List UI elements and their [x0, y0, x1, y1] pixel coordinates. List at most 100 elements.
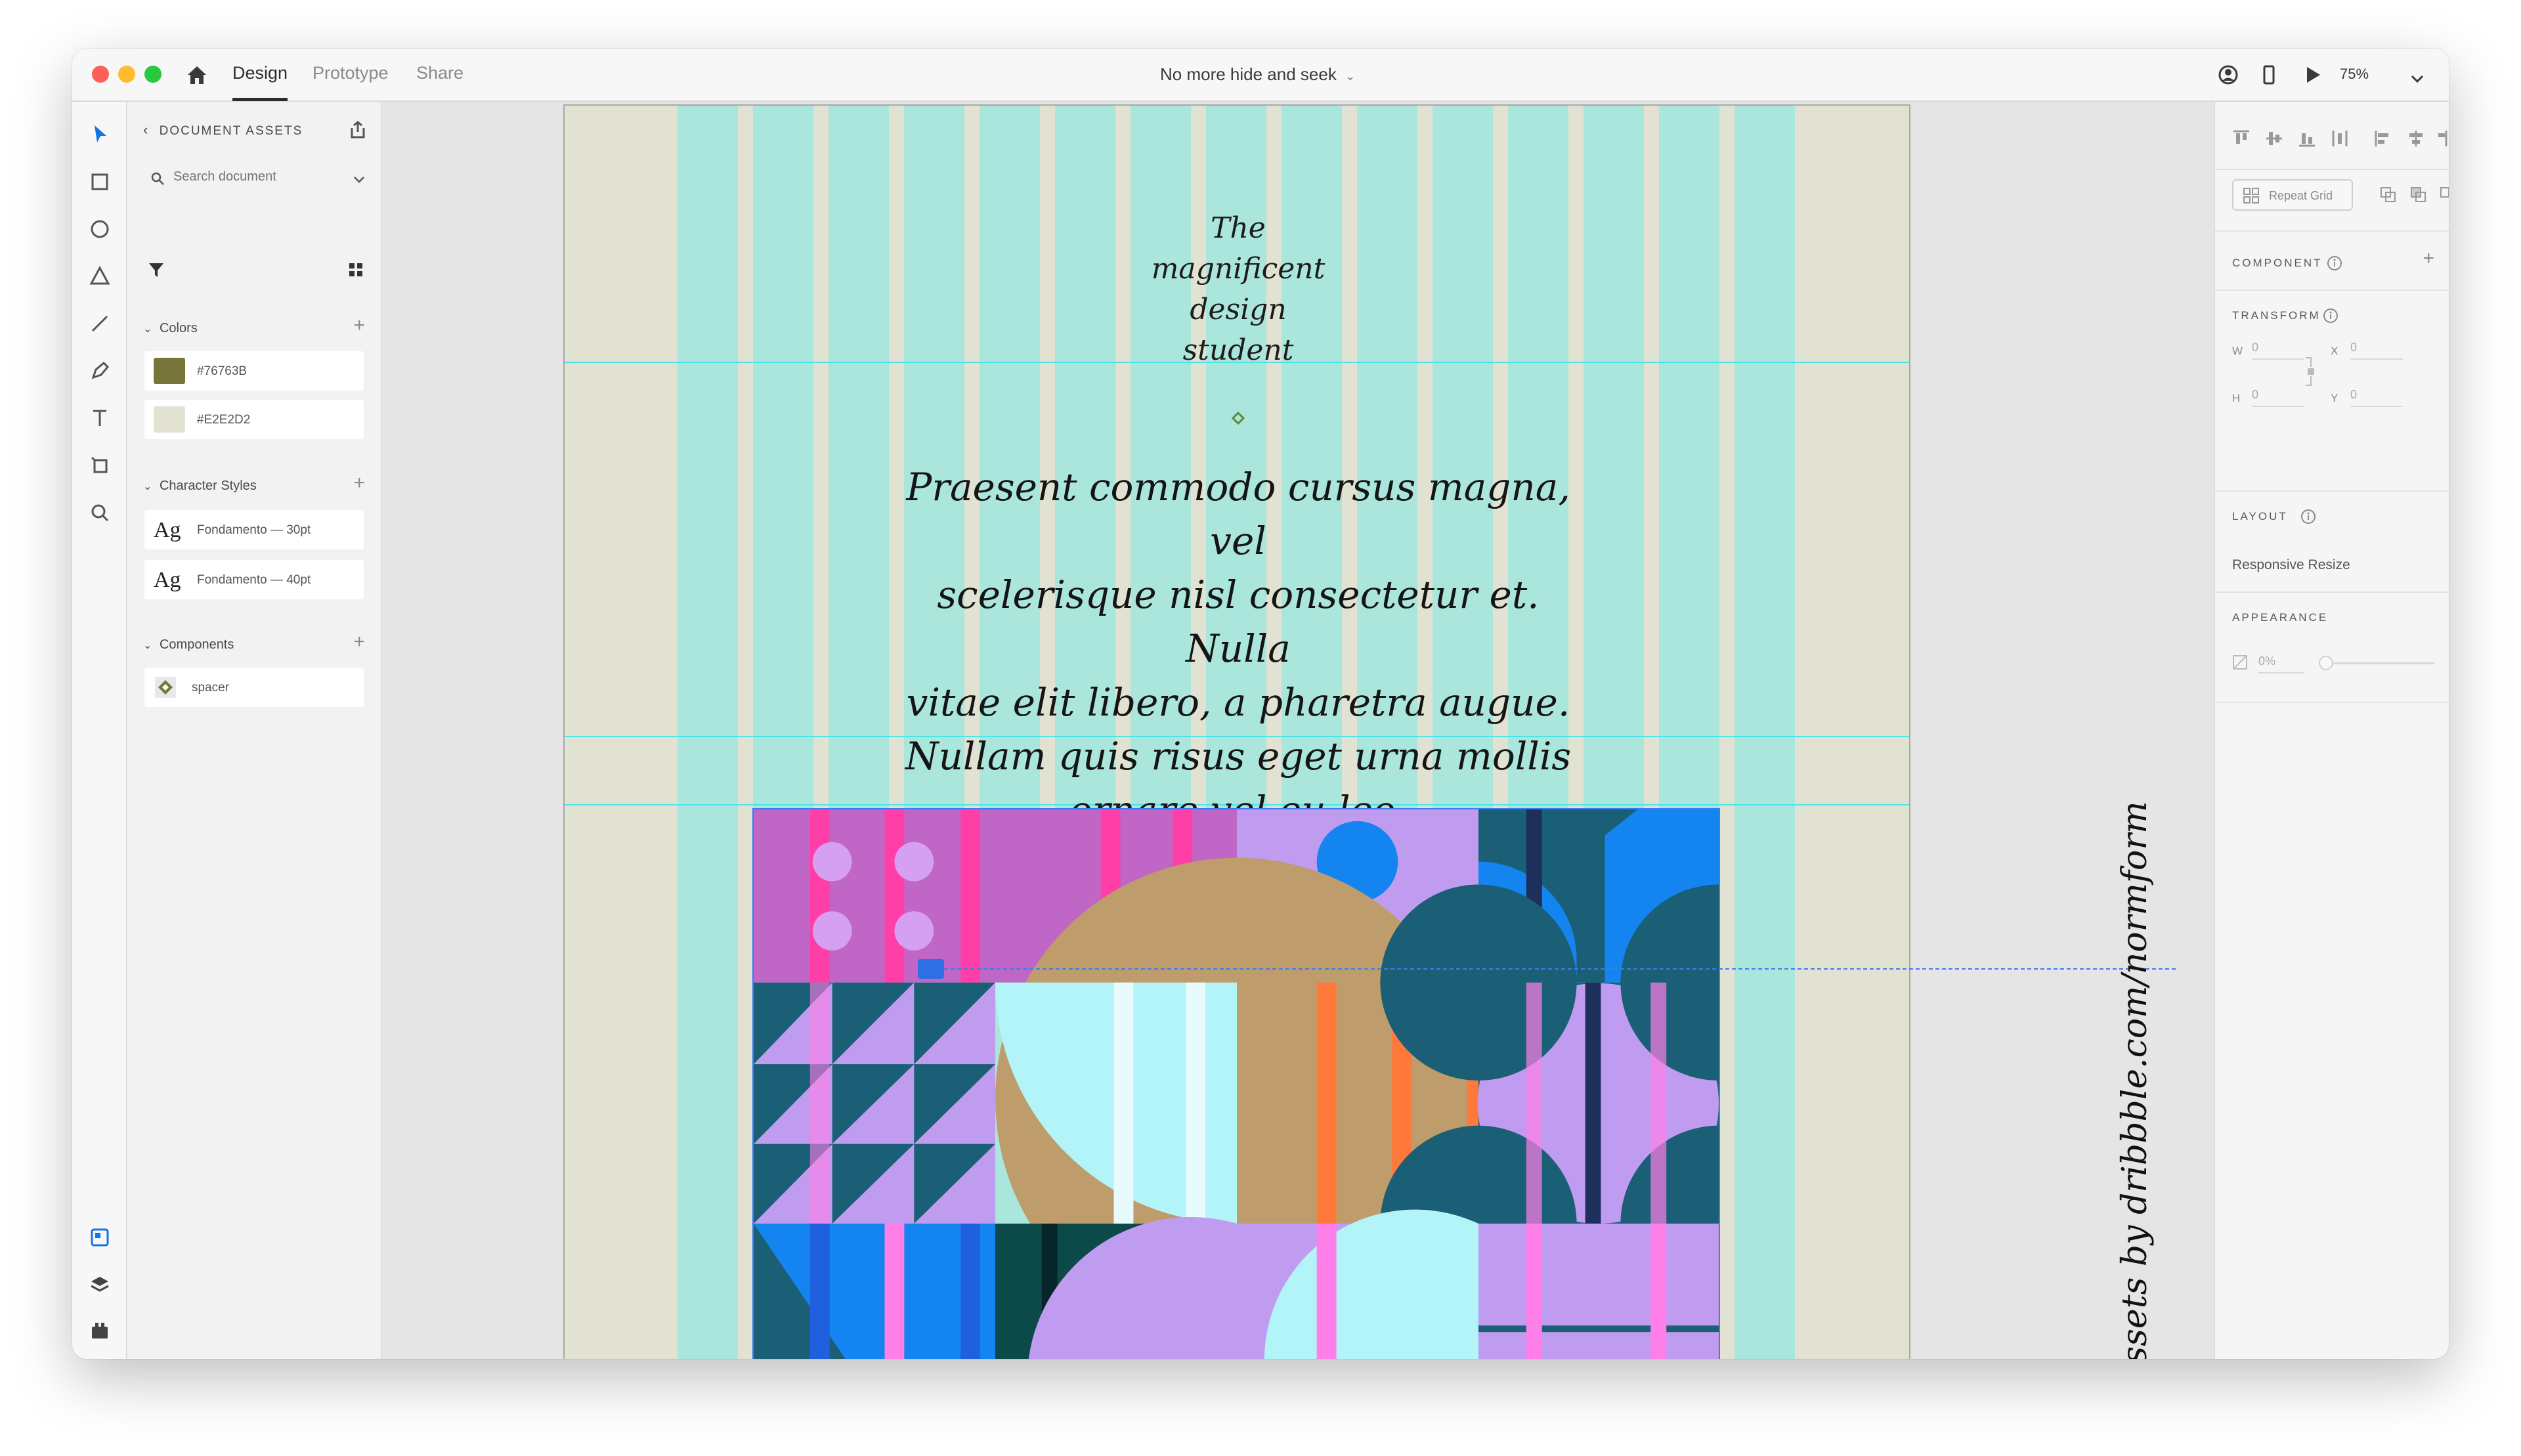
tab-prototype[interactable]: Prototype: [312, 63, 389, 101]
artboard[interactable]: The magnificent design student Praesent …: [563, 104, 1910, 1359]
add-color-button[interactable]: +: [353, 314, 365, 337]
component-label: spacer: [192, 681, 230, 695]
property-inspector: Repeat Grid COMPONENT + TRANSFORM W 0 X …: [2214, 102, 2449, 1359]
layout-section-label: LAYOUT: [2232, 510, 2288, 523]
colors-section-toggle[interactable]: ⌄ Colors: [143, 321, 198, 336]
opacity-slider-track[interactable]: [2323, 662, 2434, 664]
component-asset-card[interactable]: spacer: [144, 668, 364, 707]
y-label: Y: [2331, 392, 2338, 404]
select-tool-icon[interactable]: [87, 121, 113, 148]
boolean-intersect-icon[interactable]: [2440, 186, 2449, 204]
align-center-icon[interactable]: [2405, 128, 2426, 149]
divider: [2215, 289, 2449, 291]
zoom-chevron-down-icon[interactable]: [2409, 67, 2425, 91]
geometric-illustration[interactable]: [752, 808, 1720, 1359]
zoom-level[interactable]: 75%: [2340, 66, 2369, 83]
document-title[interactable]: No more hide and seek ⌄: [1160, 64, 1355, 85]
credit-text[interactable]: Assets by dribbble.com/normform: [2115, 801, 2155, 1359]
opacity-slider-thumb[interactable]: [2319, 656, 2333, 670]
search-input[interactable]: [173, 169, 331, 184]
title-bar: Design Prototype Share No more hide and …: [72, 49, 2449, 102]
mobile-preview-icon[interactable]: [2257, 63, 2281, 87]
canvas[interactable]: The magnificent design student Praesent …: [382, 102, 2214, 1359]
height-field[interactable]: 0: [2252, 388, 2304, 407]
polygon-tool-icon[interactable]: [87, 263, 113, 289]
transform-section-label: TRANSFORM: [2232, 309, 2321, 322]
tab-share[interactable]: Share: [416, 63, 463, 101]
height-label: H: [2232, 392, 2241, 404]
info-icon[interactable]: [2327, 255, 2342, 271]
plugins-icon[interactable]: [87, 1317, 113, 1344]
artboard-body-text[interactable]: Praesent commodo cursus magna, vel scele…: [893, 460, 1584, 837]
character-style-card[interactable]: Ag Fondamento — 30pt: [144, 510, 364, 549]
rectangle-tool-icon[interactable]: [87, 169, 113, 195]
layers-icon[interactable]: [87, 1272, 113, 1298]
user-account-icon[interactable]: [2216, 63, 2240, 87]
colors-section-title: Colors: [159, 321, 198, 335]
create-component-button[interactable]: +: [2423, 247, 2434, 270]
repeat-grid-button[interactable]: Repeat Grid: [2232, 179, 2353, 211]
align-middle-icon[interactable]: [2264, 128, 2285, 149]
tab-design[interactable]: Design: [232, 63, 288, 101]
character-style-card[interactable]: Ag Fondamento — 40pt: [144, 560, 364, 599]
divider: [2215, 230, 2449, 232]
color-asset-card[interactable]: #E2E2D2: [144, 400, 364, 439]
share-export-icon[interactable]: [347, 119, 369, 141]
body-line: scelerisque nisl consectetur et. Nulla: [937, 572, 1540, 671]
color-label: #E2E2D2: [197, 413, 251, 427]
repeat-grid-icon: [2243, 188, 2259, 203]
add-component-button[interactable]: +: [353, 631, 365, 653]
title-line: student: [1182, 333, 1294, 367]
close-window-button[interactable]: [92, 66, 109, 83]
title-line: The: [1211, 211, 1266, 245]
character-style-label: Fondamento — 30pt: [197, 523, 311, 537]
distribute-vertical-icon[interactable]: [2329, 128, 2350, 149]
align-right-icon[interactable]: [2438, 128, 2447, 149]
color-asset-card[interactable]: #76763B: [144, 351, 364, 391]
align-bottom-icon[interactable]: [2296, 128, 2317, 149]
assets-panel-icon[interactable]: [87, 1224, 113, 1251]
ellipse-tool-icon[interactable]: [87, 216, 113, 242]
spacer-component[interactable]: [1232, 412, 1245, 425]
pen-tool-icon[interactable]: [87, 358, 113, 384]
info-icon[interactable]: [2300, 509, 2316, 525]
text-tool-icon[interactable]: [87, 405, 113, 431]
minimize-window-button[interactable]: [118, 66, 135, 83]
tool-strip: [72, 102, 127, 1359]
width-field[interactable]: 0: [2252, 341, 2304, 360]
artboard-tool-icon[interactable]: [87, 452, 113, 479]
selection-handle[interactable]: [918, 959, 944, 979]
lock-aspect-icon[interactable]: [2304, 355, 2317, 388]
grid-view-icon[interactable]: [347, 261, 365, 279]
dashed-guide: [944, 968, 2176, 970]
chevron-down-icon: ⌄: [143, 324, 152, 335]
boolean-add-icon[interactable]: [2379, 186, 2398, 204]
align-top-icon[interactable]: [2231, 128, 2252, 149]
character-styles-section-toggle[interactable]: ⌄ Character Styles: [143, 479, 257, 494]
filter-icon[interactable]: [147, 261, 165, 279]
components-section-toggle[interactable]: ⌄ Components: [143, 637, 234, 653]
title-line: magnificent: [1151, 252, 1325, 286]
y-field[interactable]: 0: [2350, 388, 2403, 407]
document-title-text: No more hide and seek: [1160, 64, 1337, 84]
search-document-box[interactable]: [143, 164, 366, 193]
app-window: Design Prototype Share No more hide and …: [72, 49, 2449, 1359]
zoom-tool-icon[interactable]: [87, 500, 113, 526]
x-label: X: [2331, 345, 2338, 357]
add-character-style-button[interactable]: +: [353, 472, 365, 494]
type-sample: Ag: [154, 568, 181, 592]
line-tool-icon[interactable]: [87, 310, 113, 337]
home-icon[interactable]: [184, 62, 210, 88]
x-field[interactable]: 0: [2350, 341, 2403, 360]
search-options-chevron-icon[interactable]: [352, 172, 366, 186]
boolean-subtract-icon[interactable]: [2409, 186, 2428, 204]
assets-header[interactable]: ‹ DOCUMENT ASSETS: [143, 121, 303, 139]
align-left-icon[interactable]: [2373, 128, 2394, 149]
opacity-field[interactable]: 0%: [2258, 654, 2304, 674]
info-icon[interactable]: [2323, 308, 2338, 324]
play-icon[interactable]: [2300, 63, 2324, 87]
divider: [2215, 702, 2449, 703]
artboard-title[interactable]: The magnificent design student: [565, 208, 1909, 371]
color-swatch: [154, 406, 185, 433]
zoom-window-button[interactable]: [144, 66, 162, 83]
